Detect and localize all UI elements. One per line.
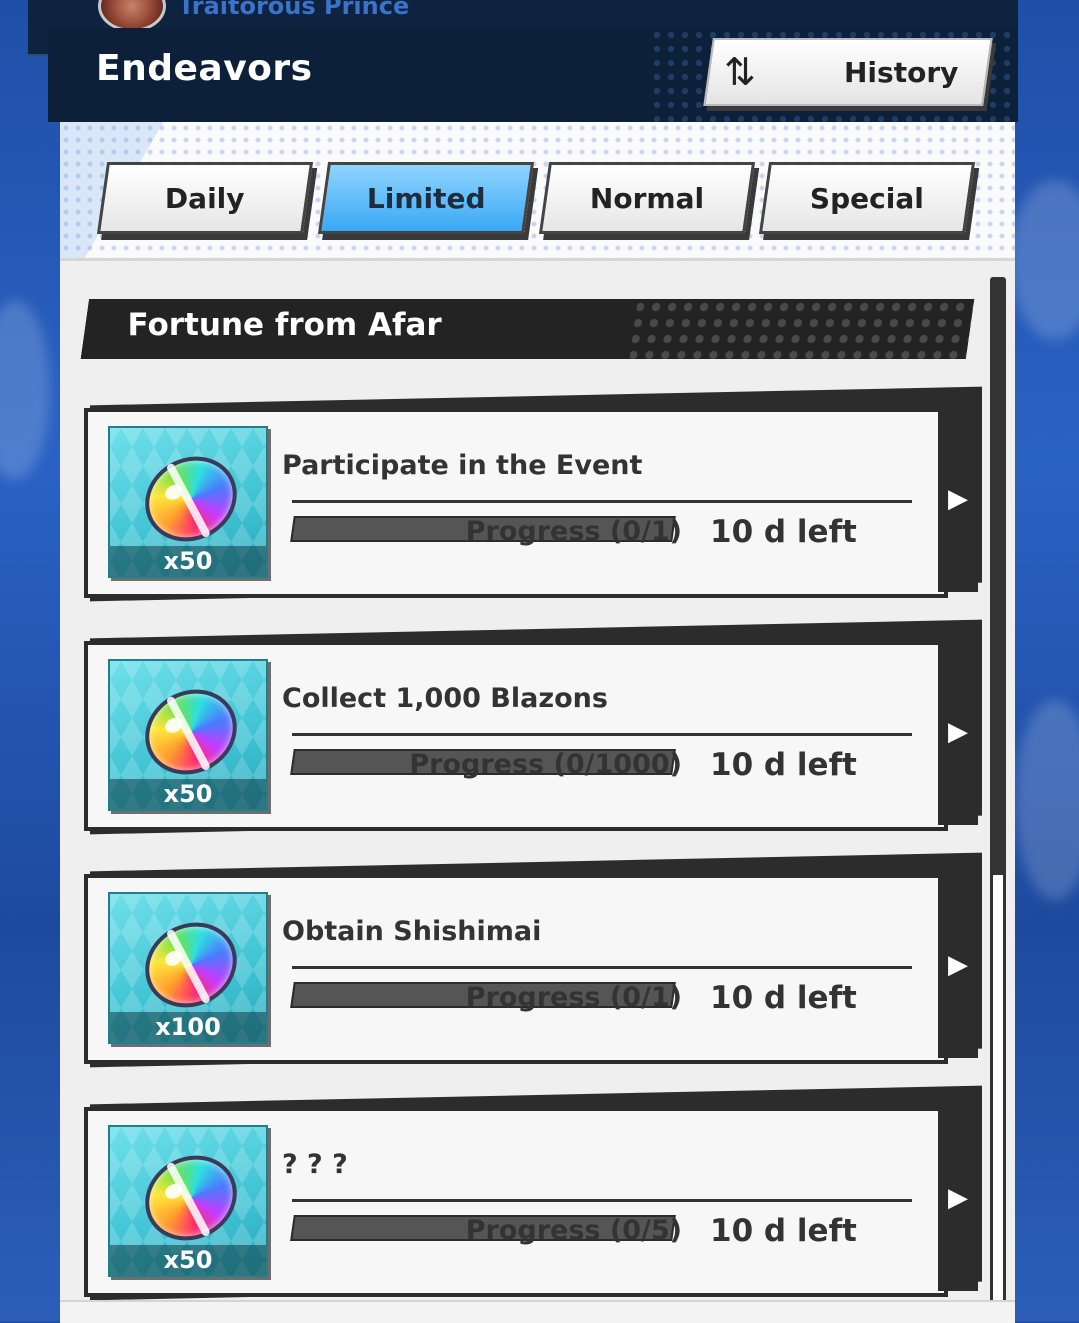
time-left: 10 d left	[710, 747, 857, 783]
tab-normal[interactable]: Normal	[538, 162, 756, 234]
rainbow-gem-icon	[130, 1139, 252, 1257]
section-title: Fortune from Afar	[127, 307, 442, 343]
tab-limited[interactable]: Limited	[317, 162, 535, 234]
endeavors-header: Endeavors ⇅ History	[48, 28, 1018, 122]
task-card[interactable]: ▶ x50 Participate in the Event Progress …	[82, 386, 982, 602]
reward-item: x100	[108, 892, 268, 1044]
reward-item: x50	[108, 426, 268, 578]
rainbow-gem-icon	[130, 906, 252, 1024]
reward-item: x50	[108, 659, 268, 811]
task-arrow-icon[interactable]: ▶	[938, 1105, 978, 1291]
time-left: 10 d left	[710, 980, 857, 1016]
progress-text: Progress (0/1)	[465, 982, 682, 1013]
time-left: 10 d left	[710, 1213, 857, 1249]
task-title: ? ? ?	[282, 1149, 348, 1180]
page-title: Endeavors	[96, 48, 313, 89]
tab-special[interactable]: Special	[758, 162, 976, 234]
task-card[interactable]: ▶ x50 Collect 1,000 Blazons Progress (0/…	[82, 619, 982, 835]
scrollbar[interactable]	[990, 277, 1006, 1323]
history-label: History	[844, 55, 959, 89]
task-title: Obtain Shishimai	[282, 916, 542, 947]
reward-quantity: x50	[110, 1245, 266, 1275]
task-card[interactable]: ▶ x100 Obtain Shishimai Progress (0/1) 1…	[82, 852, 982, 1068]
history-button[interactable]: ⇅ History	[703, 38, 993, 106]
rainbow-gem-icon	[130, 440, 252, 558]
progress-text: Progress (0/1)	[465, 516, 682, 547]
reward-item: x50	[108, 1125, 268, 1277]
progress-text: Progress (0/5)	[465, 1215, 682, 1246]
swap-arrows-icon: ⇅	[724, 50, 756, 94]
scrollbar-thumb[interactable]	[993, 280, 1003, 875]
endeavors-panel: Daily Limited Normal Special Fortune fro…	[60, 122, 1015, 1323]
time-left: 10 d left	[710, 514, 857, 550]
reward-quantity: x50	[110, 779, 266, 809]
rainbow-gem-icon	[130, 673, 252, 791]
reward-quantity: x50	[110, 546, 266, 576]
tab-bar: Daily Limited Normal Special	[60, 122, 1015, 261]
task-arrow-icon[interactable]: ▶	[938, 639, 978, 825]
task-arrow-icon[interactable]: ▶	[938, 872, 978, 1058]
reward-quantity: x100	[110, 1012, 266, 1042]
progress-text: Progress (0/1000)	[409, 749, 682, 780]
task-title: Collect 1,000 Blazons	[282, 683, 608, 714]
section-header: Fortune from Afar	[80, 299, 975, 359]
task-arrow-icon[interactable]: ▶	[938, 406, 978, 592]
task-title: Participate in the Event	[282, 450, 643, 481]
task-card[interactable]: ▶ x50 ? ? ? Progress (0/5) 10 d left	[82, 1085, 982, 1301]
tab-daily[interactable]: Daily	[96, 162, 314, 234]
player-name: Traitorous Prince	[178, 0, 410, 20]
